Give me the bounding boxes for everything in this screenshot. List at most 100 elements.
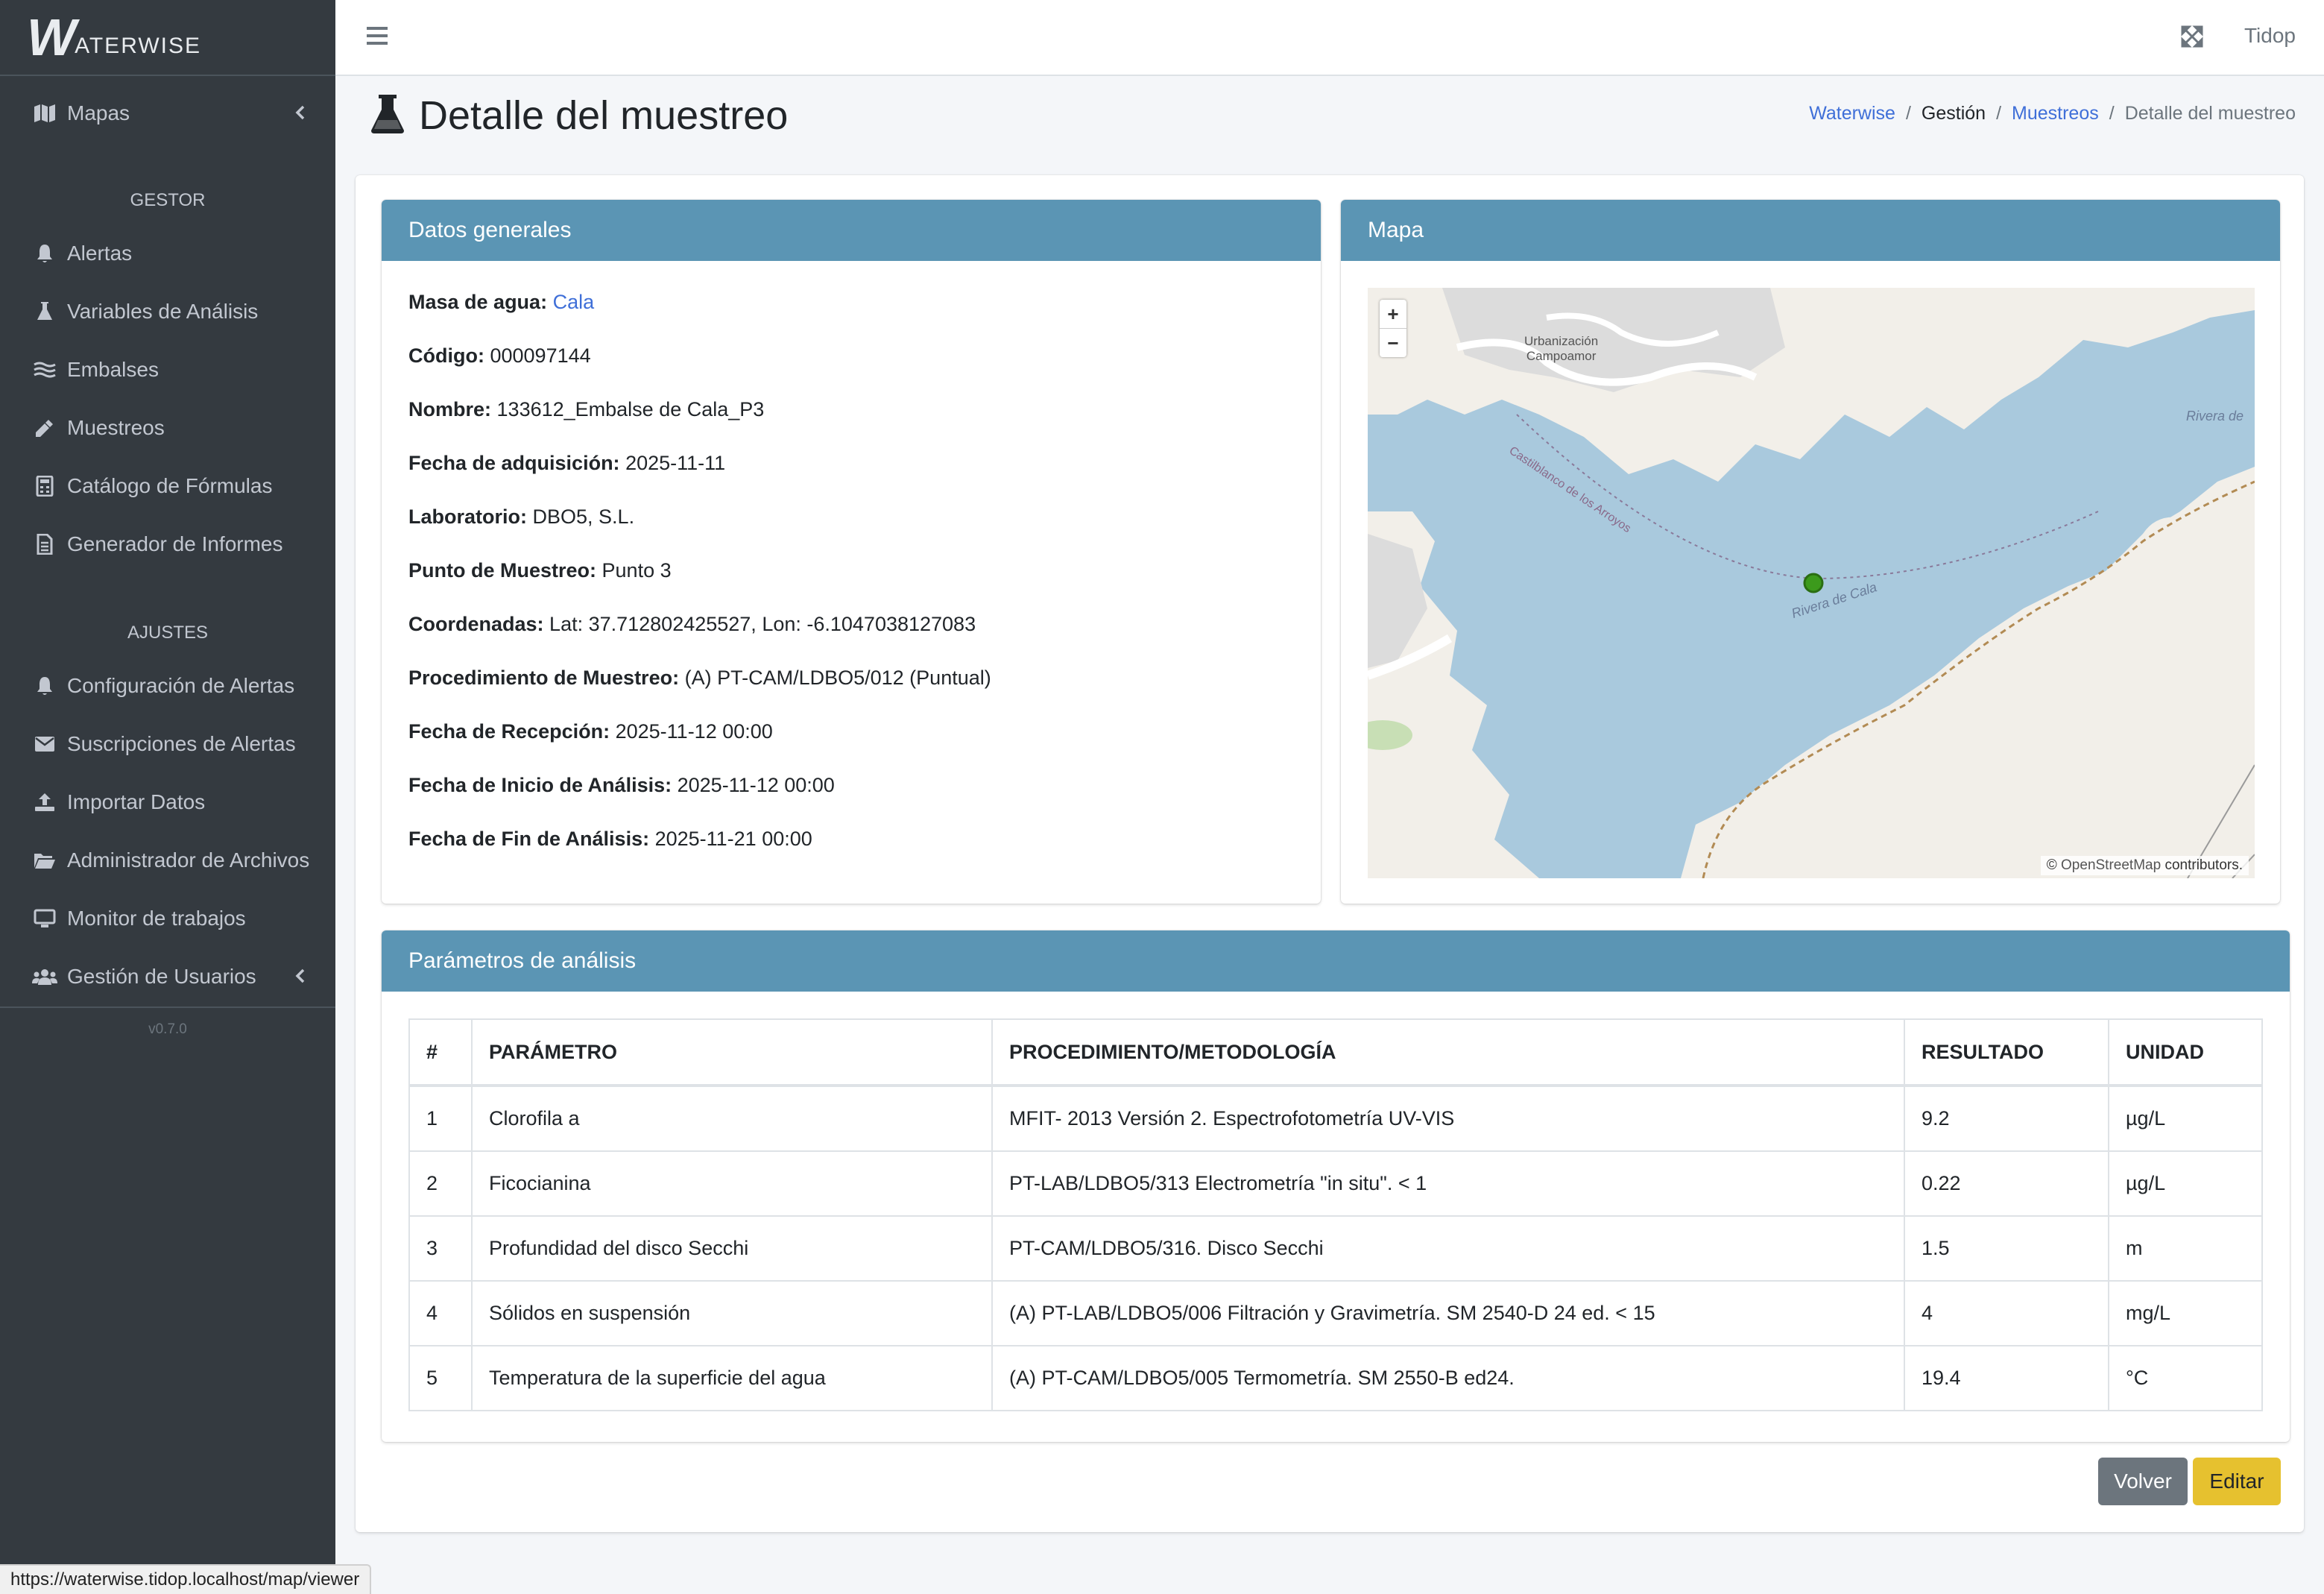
cell-resultado: 1.5: [1904, 1215, 2109, 1282]
sidebar-item-embalses[interactable]: Embalses: [0, 347, 335, 392]
column-header-procedimiento: PROCEDIMIENTO/METODOLOGÍA: [991, 1018, 1905, 1087]
cell-procedimiento: MFIT- 2013 Versión 2. Espectrofotometría…: [991, 1085, 1905, 1152]
bell-icon: [28, 243, 61, 264]
column-header-index: #: [408, 1018, 473, 1087]
field-codigo: Código: 000097144: [408, 344, 591, 368]
sidebar-item-usuarios[interactable]: Gestión de Usuarios: [0, 954, 335, 999]
field-value: Lat: 37.712802425527, Lon: -6.1047038127…: [549, 613, 976, 635]
folder-open-icon: [28, 851, 61, 869]
cell-unidad: µg/L: [2108, 1085, 2263, 1152]
sidebar-item-label: Administrador de Archivos: [67, 848, 310, 872]
sidebar-item-config-alertas[interactable]: Configuración de Alertas: [0, 664, 335, 708]
breadcrumb: Waterwise / Gestión / Muestreos / Detall…: [1809, 103, 2296, 125]
breadcrumb-separator: /: [1905, 103, 1911, 124]
page-title: Detalle del muestreo: [370, 92, 788, 139]
column-header-parametro: PARÁMETRO: [471, 1018, 993, 1087]
sidebar-item-label: Importar Datos: [67, 790, 206, 813]
sidebar-item-generador[interactable]: Generador de Informes: [0, 522, 335, 567]
map-zoom-control: + −: [1380, 300, 1406, 357]
osm-link[interactable]: OpenStreetMap: [2061, 857, 2161, 873]
flask-icon: [370, 93, 405, 139]
file-text-icon: [28, 534, 61, 555]
card-header: Datos generales: [382, 200, 1321, 261]
sidebar-item-monitor[interactable]: Monitor de trabajos: [0, 896, 335, 941]
cell-parametro: Temperatura de la superficie del agua: [471, 1345, 993, 1411]
edit-button[interactable]: Editar: [2193, 1458, 2281, 1505]
field-label: Código:: [408, 344, 484, 367]
zoom-in-button[interactable]: +: [1380, 300, 1406, 329]
user-menu[interactable]: Tidop: [2244, 24, 2296, 48]
eyedropper-icon: [28, 418, 61, 438]
sidebar-item-muestreos[interactable]: Muestreos: [0, 406, 335, 450]
map-label-line: Urbanización: [1524, 334, 1599, 348]
sidebar-item-label: Gestión de Usuarios: [67, 965, 256, 988]
cell-unidad: °C: [2108, 1345, 2263, 1411]
app-version: v0.7.0: [148, 1021, 187, 1037]
field-fecha-fin: Fecha de Fin de Análisis: 2025-11-21 00:…: [408, 828, 812, 851]
column-header-resultado: RESULTADO: [1904, 1018, 2109, 1087]
sidebar-item-label: Embalses: [67, 358, 159, 381]
cell-procedimiento: (A) PT-LAB/LDBO5/006 Filtración y Gravim…: [991, 1280, 1905, 1346]
field-value: 000097144: [490, 344, 591, 367]
field-nombre: Nombre: 133612_Embalse de Cala_P3: [408, 398, 764, 421]
breadcrumb-muestreos[interactable]: Muestreos: [2012, 103, 2099, 125]
cell-index: 1: [408, 1085, 473, 1152]
cell-procedimiento: (A) PT-CAM/LDBO5/005 Termometría. SM 255…: [991, 1345, 1905, 1411]
field-label: Fecha de Fin de Análisis:: [408, 828, 650, 850]
sidebar-item-importar[interactable]: Importar Datos: [0, 780, 335, 825]
field-fecha-recepcion: Fecha de Recepción: 2025-11-12 00:00: [408, 720, 773, 743]
sidebar-item-catalogo[interactable]: Catálogo de Fórmulas: [0, 464, 335, 508]
cell-parametro: Clorofila a: [471, 1085, 993, 1152]
table-row: 5 Temperatura de la superficie del agua …: [408, 1345, 2263, 1411]
envelope-icon: [28, 736, 61, 752]
cell-procedimiento: PT-LAB/LDBO5/313 Electrometría "in situ"…: [991, 1150, 1905, 1217]
menu-toggle-icon[interactable]: [367, 22, 388, 52]
brand-logo[interactable]: W ATERWISE: [0, 0, 335, 76]
map-tiles: [1368, 288, 2255, 878]
field-procedimiento: Procedimiento de Muestreo: (A) PT-CAM/LD…: [408, 667, 991, 690]
attribution-text: contributors.: [2161, 857, 2243, 873]
page-heading: Detalle del muestreo: [419, 93, 789, 138]
desktop-icon: [28, 909, 61, 928]
field-value: 2025-11-12 00:00: [615, 720, 773, 743]
sidebar-item-suscripciones[interactable]: Suscripciones de Alertas: [0, 722, 335, 766]
cell-index: 3: [408, 1215, 473, 1282]
cell-parametro: Profundidad del disco Secchi: [471, 1215, 993, 1282]
table-row: 1 Clorofila a MFIT- 2013 Versión 2. Espe…: [408, 1085, 2263, 1152]
sidebar-item-archivos[interactable]: Administrador de Archivos: [0, 838, 335, 883]
flask-icon: [28, 301, 61, 322]
map-view[interactable]: Urbanización Campoamor Castilblanco de l…: [1368, 288, 2255, 878]
field-value: DBO5, S.L.: [532, 505, 635, 528]
brand-logo-letter: W: [27, 8, 76, 66]
back-button[interactable]: Volver: [2098, 1458, 2188, 1505]
attribution-symbol: ©: [2046, 857, 2057, 873]
cell-index: 4: [408, 1280, 473, 1346]
field-label: Coordenadas:: [408, 613, 544, 635]
breadcrumb-separator: /: [1996, 103, 2002, 124]
fullscreen-icon[interactable]: [2181, 25, 2203, 51]
sidebar-section-gestor: GESTOR: [130, 190, 206, 210]
masa-agua-link[interactable]: Cala: [553, 291, 595, 313]
sidebar-item-label: Alertas: [67, 242, 133, 265]
upload-icon: [28, 793, 61, 812]
sidebar-item-variables[interactable]: Variables de Análisis: [0, 289, 335, 334]
sidebar-item-label: Generador de Informes: [67, 532, 283, 555]
field-value: 2025-11-21 00:00: [654, 828, 812, 850]
chevron-left-icon: [295, 101, 306, 125]
card-header: Mapa: [1341, 200, 2280, 261]
table-header-row: # PARÁMETRO PROCEDIMIENTO/METODOLOGÍA RE…: [408, 1018, 2263, 1087]
map-label-line: Campoamor: [1526, 349, 1597, 363]
breadcrumb-waterwise[interactable]: Waterwise: [1809, 103, 1895, 125]
field-label: Laboratorio:: [408, 505, 527, 528]
sidebar-item-mapas[interactable]: Mapas: [0, 91, 335, 136]
cell-procedimiento: PT-CAM/LDBO5/316. Disco Secchi: [991, 1215, 1905, 1282]
sidebar-item-label: Configuración de Alertas: [67, 674, 295, 697]
breadcrumb-current: Detalle del muestreo: [2124, 103, 2296, 124]
field-fecha-inicio: Fecha de Inicio de Análisis: 2025-11-12 …: [408, 774, 835, 797]
breadcrumb-gestion: Gestión: [1921, 103, 1986, 124]
sidebar-item-alertas[interactable]: Alertas: [0, 231, 335, 276]
field-punto-muestreo: Punto de Muestreo: Punto 3: [408, 559, 672, 582]
zoom-out-button[interactable]: −: [1380, 329, 1406, 357]
field-label: Procedimiento de Muestreo:: [408, 667, 680, 689]
field-label: Nombre:: [408, 398, 492, 420]
